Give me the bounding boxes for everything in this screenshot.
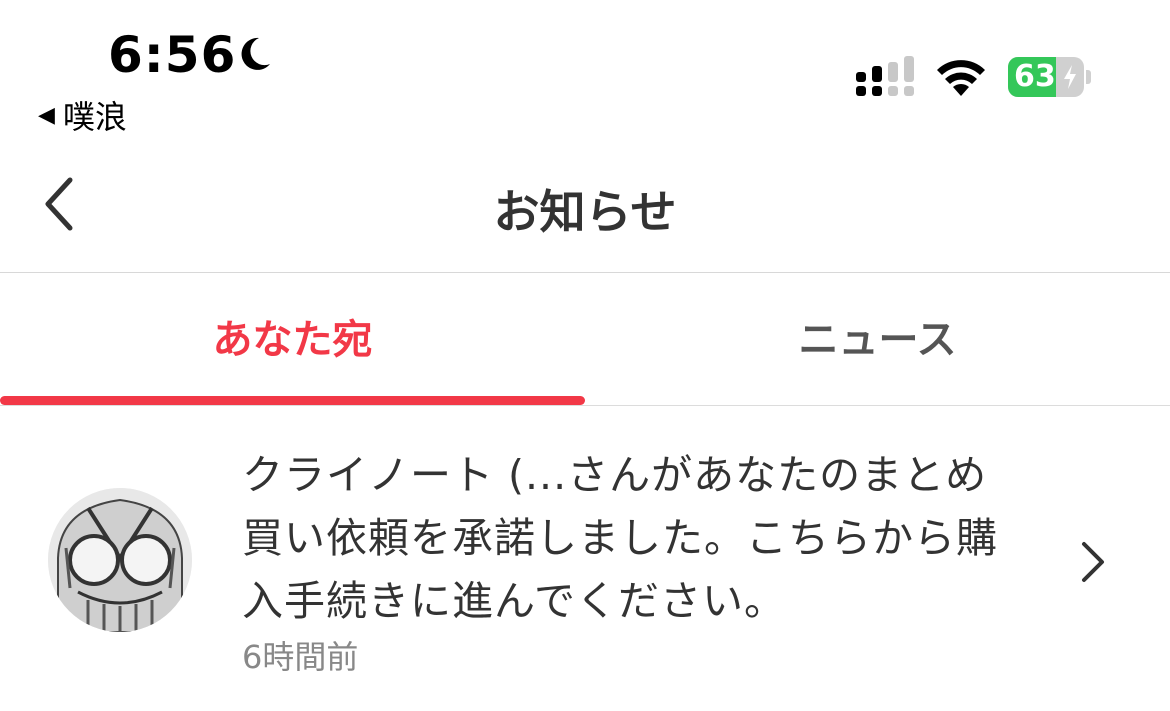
- chevron-right-icon: [1082, 542, 1104, 582]
- tab-news[interactable]: ニュース: [585, 273, 1170, 405]
- tab-for-you[interactable]: あなた宛: [0, 273, 585, 405]
- battery-percent: 63: [1014, 59, 1056, 94]
- notification-message: クライノート (...さんがあなたのまとめ買い依頼を承諾しました。こちらから購入…: [242, 451, 998, 625]
- battery-nub: [1086, 70, 1091, 84]
- avatar-image: [48, 488, 192, 632]
- moon-icon: [241, 37, 270, 70]
- active-tab-indicator: [0, 396, 585, 405]
- page-title: お知らせ: [493, 185, 677, 239]
- avatar: [48, 488, 192, 632]
- status-time: 6:56: [108, 26, 237, 84]
- wifi-icon: [937, 60, 985, 96]
- notification-item[interactable]: クライノート (...さんがあなたのまとめ買い依頼を承諾しました。こちらから購入…: [0, 406, 1170, 711]
- navigation-bar: お知らせ: [0, 150, 1170, 273]
- tab-bar: あなた宛 ニュース: [0, 273, 1170, 406]
- notification-time: 6時間前: [242, 638, 359, 676]
- battery-indicator: 63: [1008, 57, 1084, 97]
- status-bar: 6:56 ◀ 噗浪 63: [0, 0, 1170, 150]
- back-triangle-icon: ◀: [38, 102, 55, 128]
- bolt-icon: [1064, 65, 1076, 89]
- back-app-label: 噗浪: [62, 98, 127, 136]
- signal-icon: [856, 56, 914, 96]
- back-to-app[interactable]: ◀ 噗浪: [38, 92, 127, 138]
